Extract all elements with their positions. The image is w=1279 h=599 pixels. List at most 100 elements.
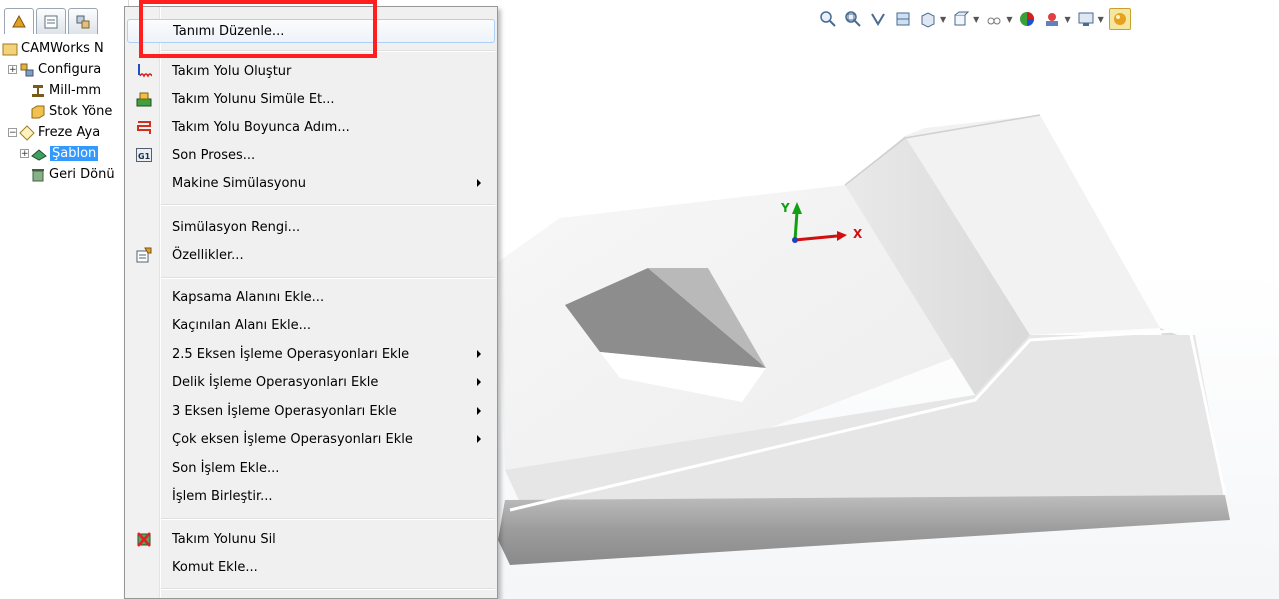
zoom-area-icon[interactable]: [843, 9, 863, 29]
menu-item-add-3-axis-operations[interactable]: 3 Eksen İşleme Operasyonları Ekle: [127, 399, 495, 423]
part-front-face: [498, 495, 1230, 565]
chevron-down-icon[interactable]: ▼: [1006, 15, 1012, 24]
menu-item-post-process[interactable]: G1 Son Proses...: [127, 143, 495, 167]
feature-tree: CAMWorks N + Configura Mill-mm Stok Yöne…: [2, 38, 128, 185]
tree-item-label: Stok Yöne: [49, 104, 113, 119]
tab-configuration-manager[interactable]: [68, 8, 98, 34]
tree-item-camworks-nc[interactable]: CAMWorks N: [2, 38, 128, 59]
menu-item-generate-toolpath[interactable]: Takım Yolu Oluştur: [127, 59, 495, 83]
menu-item-simulation-color[interactable]: Simülasyon Rengi...: [127, 215, 495, 239]
feature-manager-icon: [12, 14, 26, 27]
svg-text:G1: G1: [138, 152, 151, 161]
hide-show-items-icon[interactable]: [984, 9, 1004, 29]
submenu-arrow-icon: [477, 378, 481, 386]
zoom-to-fit-icon[interactable]: [818, 9, 838, 29]
view-orientation-icon[interactable]: [918, 9, 938, 29]
configuration-manager-icon: [76, 15, 90, 28]
menu-item-add-multiaxis-operations[interactable]: Çok eksen İşleme Operasyonları Ekle: [127, 427, 495, 451]
menu-item-label: Son İşlem Ekle...: [172, 460, 280, 476]
tree-item-mill-mm[interactable]: Mill-mm: [2, 80, 128, 101]
expand-icon[interactable]: +: [20, 149, 29, 159]
tree-item-label: Şablon: [50, 146, 99, 161]
menu-item-label: 2.5 Eksen İşleme Operasyonları Ekle: [172, 346, 410, 362]
simulate-toolpath-icon: [136, 91, 152, 107]
delete-toolpath-icon: [136, 531, 152, 547]
menu-separator: [161, 518, 495, 520]
feature-manager-panel: CAMWorks N + Configura Mill-mm Stok Yöne…: [0, 0, 129, 599]
menu-item-add-hole-operations[interactable]: Delik İşleme Operasyonları Ekle: [127, 370, 495, 394]
step-through-toolpath-icon: [136, 119, 152, 135]
mill-setup-icon: [19, 124, 35, 141]
tree-item-stock-manager[interactable]: Stok Yöne: [2, 101, 128, 122]
menu-item-label: Kapsama Alanını Ekle...: [172, 289, 325, 305]
submenu-arrow-icon: [477, 350, 481, 358]
camworks-nc-icon: [2, 41, 18, 57]
menu-item-label: Takım Yolunu Simüle Et...: [172, 91, 335, 107]
pattern-feature-icon: [31, 146, 47, 162]
chevron-down-icon[interactable]: ▼: [940, 15, 946, 24]
menu-item-machine-simulation[interactable]: Makine Simülasyonu: [127, 171, 495, 195]
menu-item-label: Takım Yolu Boyunca Adım...: [172, 119, 350, 135]
tree-item-label: Freze Aya: [38, 125, 101, 140]
menu-item-label: 3 Eksen İşleme Operasyonları Ekle: [172, 403, 397, 419]
tree-item-recycle-bin[interactable]: Geri Dönü: [2, 164, 128, 185]
menu-item-label: Komut Ekle...: [172, 559, 258, 575]
menu-item-label: Simülasyon Rengi...: [172, 219, 301, 235]
tree-item-label: CAMWorks N: [21, 41, 104, 56]
menu-item-delete-toolpath[interactable]: Takım Yolunu Sil: [127, 527, 495, 551]
menu-item-label: İşlem Birleştir...: [172, 488, 273, 504]
menu-item-add-contain-area[interactable]: Kapsama Alanını Ekle...: [127, 285, 495, 309]
stock-manager-icon: [30, 104, 46, 120]
menu-item-combine-operations[interactable]: İşlem Birleştir...: [127, 484, 495, 508]
context-menu: Tanımı Düzenle... Takım Yolu Oluştur Tak…: [124, 6, 498, 599]
heads-up-view-toolbar: ▼ ▼ ▼ ▼ ▼: [818, 8, 1131, 30]
annotation-highlight-box: [139, 0, 377, 58]
tree-item-label: Configura: [38, 62, 102, 77]
menu-item-simulate-toolpath[interactable]: Takım Yolunu Simüle Et...: [127, 87, 495, 111]
menu-separator: [161, 277, 495, 279]
menu-item-properties[interactable]: Özellikler...: [127, 243, 495, 267]
tree-item-configuration[interactable]: + Configura: [2, 59, 128, 80]
menu-item-step-through-toolpath[interactable]: Takım Yolu Boyunca Adım...: [127, 115, 495, 139]
panel-tabs: [4, 8, 98, 34]
menu-item-label: Son Proses...: [172, 147, 256, 163]
menu-separator: [161, 588, 495, 590]
tree-item-label: Mill-mm: [49, 83, 102, 98]
apply-scene-icon[interactable]: [1042, 9, 1062, 29]
menu-item-label: Kaçınılan Alanı Ekle...: [172, 317, 312, 333]
menu-item-label: Özellikler...: [172, 247, 244, 263]
chevron-down-icon[interactable]: ▼: [973, 15, 979, 24]
generate-toolpath-icon: [136, 63, 153, 79]
submenu-arrow-icon: [477, 435, 481, 443]
chevron-down-icon[interactable]: ▼: [1064, 15, 1070, 24]
collapse-icon[interactable]: −: [8, 128, 17, 138]
previous-view-icon[interactable]: [868, 9, 888, 29]
section-view-icon[interactable]: [893, 9, 913, 29]
realview-graphics-icon[interactable]: [1108, 8, 1131, 30]
tab-feature-manager[interactable]: [4, 8, 34, 34]
triad-y-label: Y: [780, 201, 790, 215]
configuration-icon: [19, 62, 35, 78]
post-process-g1-icon: G1: [136, 147, 152, 163]
expand-icon[interactable]: +: [8, 65, 17, 75]
properties-icon: [136, 247, 152, 263]
tree-item-label: Geri Dönü: [49, 167, 115, 182]
menu-item-label: Makine Simülasyonu: [172, 175, 306, 191]
menu-item-label: Delik İşleme Operasyonları Ekle: [172, 374, 379, 390]
menu-separator: [161, 204, 495, 206]
tree-item-mill-setup[interactable]: − Freze Aya: [2, 122, 128, 143]
menu-item-add-finish-operation[interactable]: Son İşlem Ekle...: [127, 456, 495, 480]
display-style-icon[interactable]: [951, 9, 971, 29]
edit-appearance-icon[interactable]: [1017, 9, 1037, 29]
property-manager-icon: [44, 15, 58, 28]
recycle-bin-icon: [30, 167, 46, 183]
menu-item-add-25-axis-operations[interactable]: 2.5 Eksen İşleme Operasyonları Ekle: [127, 342, 495, 366]
machine-icon: [30, 83, 46, 99]
tree-item-pattern[interactable]: + Şablon: [2, 143, 128, 164]
menu-item-add-avoid-area[interactable]: Kaçınılan Alanı Ekle...: [127, 313, 495, 337]
menu-item-add-command[interactable]: Komut Ekle...: [127, 555, 495, 579]
tab-property-manager[interactable]: [36, 8, 66, 34]
chevron-down-icon[interactable]: ▼: [1098, 15, 1104, 24]
submenu-arrow-icon: [477, 407, 481, 415]
view-settings-icon[interactable]: [1076, 9, 1096, 29]
